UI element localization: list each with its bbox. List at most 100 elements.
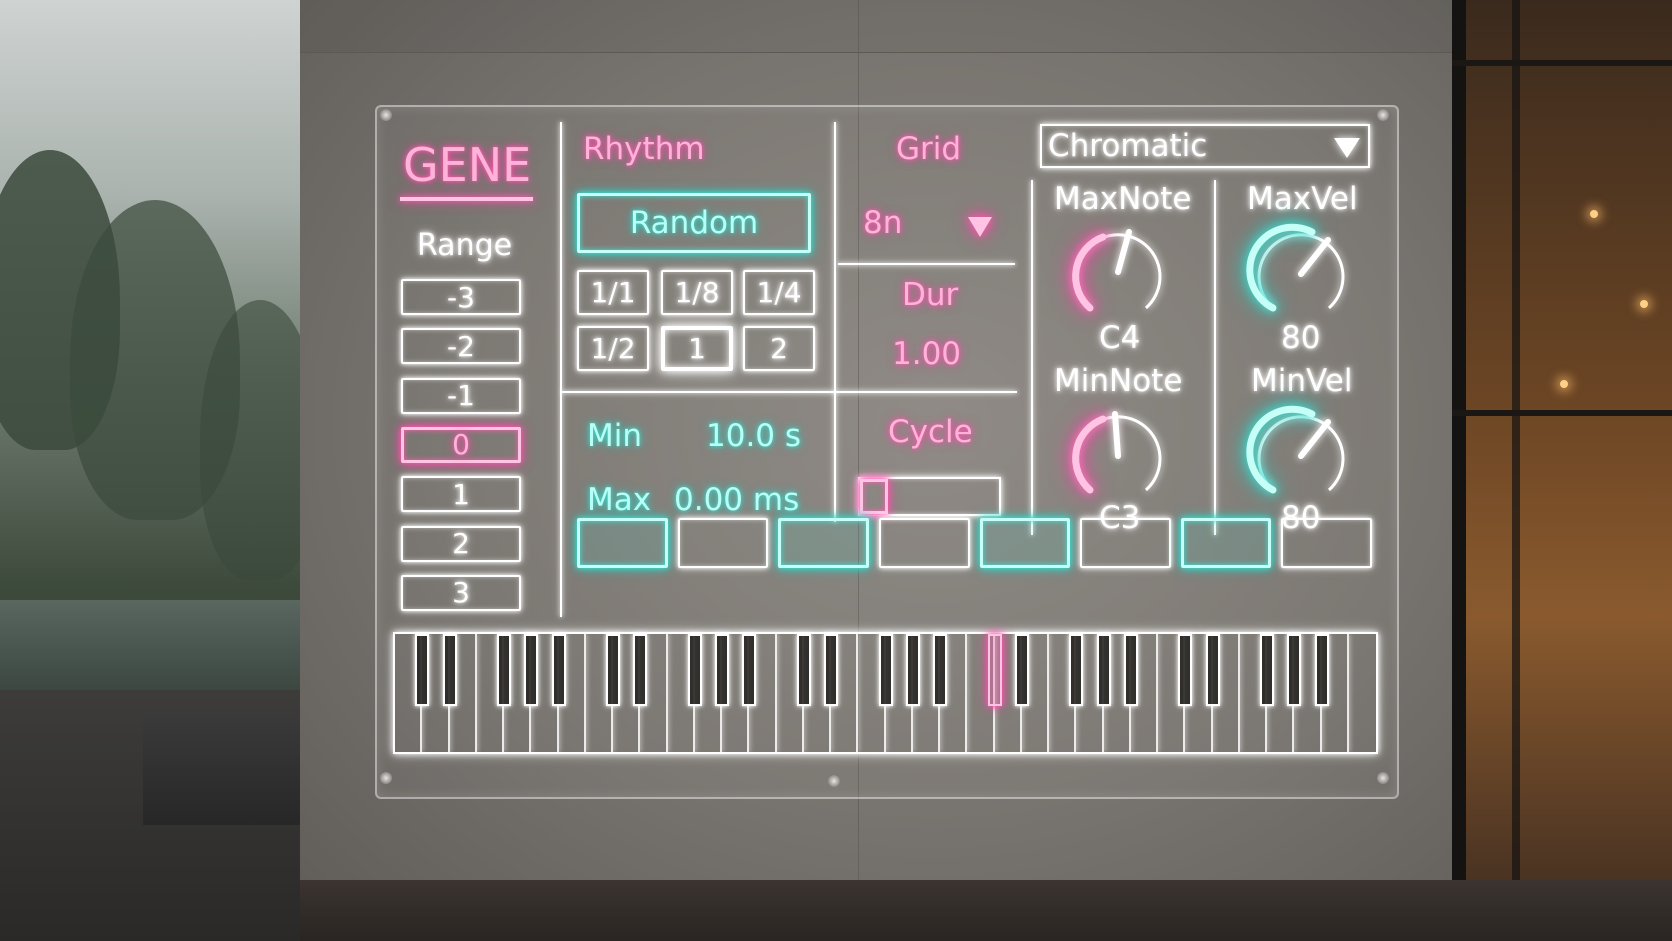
max-vel-label: MaxVel	[1247, 181, 1358, 217]
mount-bolt	[1377, 109, 1389, 121]
range-option[interactable]: -1	[401, 377, 521, 414]
cycle-slider[interactable]	[858, 477, 1001, 516]
max-note-label: MaxNote	[1054, 181, 1192, 217]
grid-dropdown[interactable]: 8n	[855, 203, 1000, 249]
range-option[interactable]: 3	[401, 574, 521, 611]
division-button[interactable]: 1/2	[577, 326, 649, 371]
max-note-knob[interactable]	[1063, 218, 1173, 328]
min-label: Min	[587, 418, 643, 454]
max-value[interactable]: 0.00 ms	[674, 482, 799, 518]
max-label: Max	[587, 482, 652, 518]
range-option[interactable]: 0	[401, 426, 521, 463]
black-key[interactable]	[878, 634, 893, 706]
mount-bolt	[380, 109, 392, 121]
black-key[interactable]	[987, 634, 1002, 706]
restaurant-window	[1452, 0, 1672, 880]
divider	[562, 391, 1017, 393]
triangle-down-icon	[1334, 138, 1360, 158]
black-key[interactable]	[606, 634, 620, 706]
black-key[interactable]	[1314, 634, 1329, 706]
lamp	[1590, 210, 1598, 218]
black-key[interactable]	[933, 634, 947, 706]
max-vel-knob[interactable]	[1246, 218, 1356, 328]
division-button[interactable]: 1/1	[577, 270, 649, 315]
triangle-down-icon	[968, 217, 992, 237]
scale-value: Chromatic	[1048, 128, 1208, 164]
black-key[interactable]	[1069, 634, 1084, 706]
step-cell[interactable]	[778, 518, 869, 568]
step-cell[interactable]	[677, 518, 769, 568]
black-key[interactable]	[1178, 634, 1193, 706]
mount-bolt	[380, 772, 392, 784]
black-key[interactable]	[742, 634, 757, 706]
title-underline	[400, 197, 533, 201]
floor	[300, 880, 1672, 941]
dur-label: Dur	[902, 277, 959, 313]
grid-value: 8n	[863, 205, 903, 241]
divider	[834, 122, 836, 522]
step-cell[interactable]	[979, 518, 1071, 568]
rhythm-label: Rhythm	[583, 131, 705, 167]
divider	[1214, 180, 1216, 535]
range-option[interactable]: 2	[401, 525, 521, 562]
scale-dropdown[interactable]: Chromatic	[1040, 124, 1370, 168]
piano-keyboard[interactable]	[393, 632, 1378, 754]
black-key[interactable]	[497, 634, 511, 706]
range-option[interactable]: -3	[401, 279, 521, 315]
range-label: Range	[417, 228, 513, 263]
step-cell[interactable]	[878, 518, 970, 568]
step-cell[interactable]	[577, 518, 668, 568]
black-key[interactable]	[905, 634, 920, 706]
lamp	[1560, 380, 1568, 388]
window-frame	[1452, 0, 1466, 880]
random-button[interactable]: Random	[577, 193, 811, 253]
black-key[interactable]	[1123, 634, 1138, 706]
window-frame	[1452, 60, 1672, 66]
black-key[interactable]	[687, 634, 702, 706]
black-key[interactable]	[524, 634, 539, 706]
min-vel-label: MinVel	[1251, 363, 1353, 399]
step-cell[interactable]	[1180, 518, 1272, 568]
black-key[interactable]	[442, 634, 457, 706]
min-note-knob[interactable]	[1063, 400, 1173, 510]
step-cell[interactable]	[1080, 518, 1171, 568]
division-button[interactable]: 2	[743, 326, 815, 371]
step-cell[interactable]	[1281, 518, 1372, 568]
grid-label: Grid	[896, 131, 962, 167]
black-key[interactable]	[551, 634, 566, 706]
black-key[interactable]	[796, 634, 811, 706]
min-note-label: MinNote	[1054, 363, 1183, 399]
mount-bolt	[1377, 772, 1389, 784]
black-key[interactable]	[1096, 634, 1111, 706]
cycle-slider-fill	[860, 479, 888, 514]
wall-ledge	[300, 0, 1452, 53]
range-option[interactable]: -2	[401, 328, 521, 365]
black-key[interactable]	[1205, 634, 1220, 706]
stone-planter	[143, 715, 303, 825]
lake	[0, 600, 305, 690]
white-key[interactable]	[1349, 634, 1376, 752]
division-button[interactable]: 1/8	[661, 270, 733, 315]
divider	[838, 263, 1015, 265]
black-key[interactable]	[633, 634, 648, 706]
range-option[interactable]: 1	[401, 476, 521, 513]
min-vel-knob[interactable]	[1246, 400, 1356, 510]
black-key[interactable]	[1260, 634, 1274, 706]
app-title: GENE	[403, 138, 532, 192]
min-value[interactable]: 10.0 s	[706, 418, 801, 454]
division-button[interactable]: 1/4	[743, 270, 815, 315]
black-key[interactable]	[1014, 634, 1029, 706]
lamp	[1640, 300, 1648, 308]
black-key[interactable]	[824, 634, 838, 706]
window-frame	[1452, 410, 1672, 416]
division-button[interactable]: 1	[661, 326, 733, 371]
black-key[interactable]	[715, 634, 729, 706]
mount-bolt	[828, 775, 840, 787]
black-key[interactable]	[1287, 634, 1302, 706]
black-key[interactable]	[415, 634, 430, 706]
divider	[1031, 180, 1033, 535]
window-frame	[1512, 0, 1520, 880]
dur-value[interactable]: 1.00	[892, 336, 961, 372]
cycle-label: Cycle	[888, 414, 973, 450]
divider	[560, 122, 562, 617]
